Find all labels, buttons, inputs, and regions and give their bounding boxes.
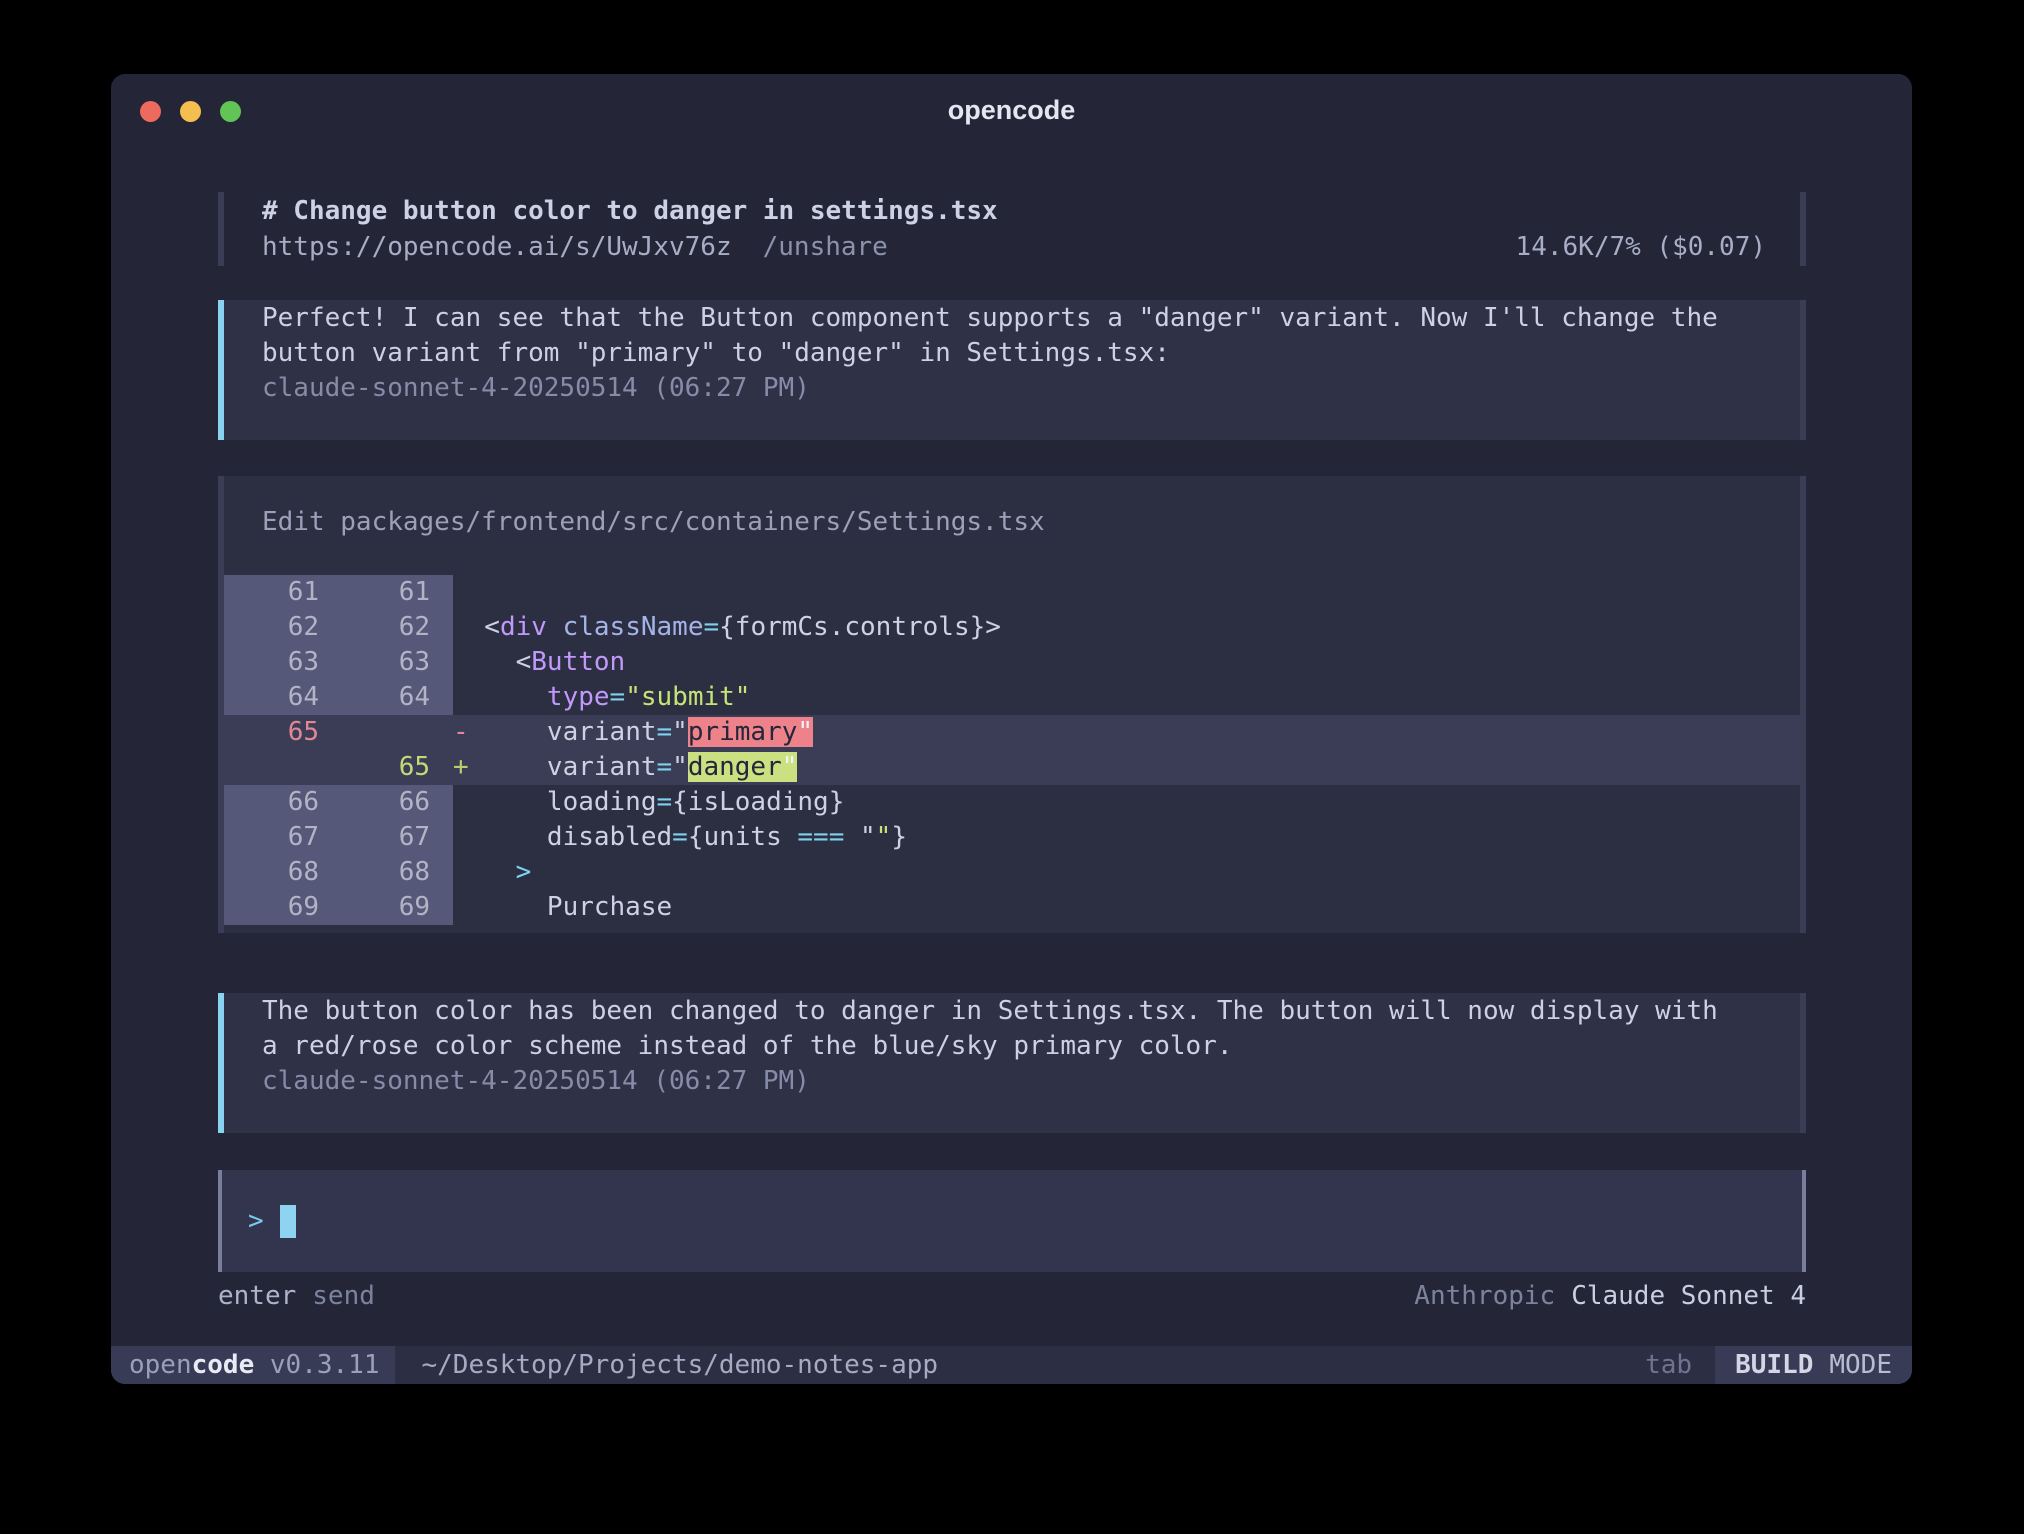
diff-row: 65+ variant="danger" <box>224 750 1800 785</box>
message-text: Perfect! I can see that the Button compo… <box>262 301 1760 371</box>
model-label: Claude Sonnet 4 <box>1571 1278 1806 1314</box>
line-number-old: 64 <box>224 680 333 715</box>
mode-build: BUILD <box>1735 1350 1813 1380</box>
code-line: type="submit" <box>453 680 1800 715</box>
token-stats: 14.6K/7% ($0.07) <box>1516 229 1766 265</box>
app-name-code: code <box>192 1350 255 1380</box>
app-version: v0.3.11 <box>270 1350 380 1380</box>
code-line: disabled={units === ""} <box>453 820 1800 855</box>
share-url-link[interactable]: https://opencode.ai/s/UwJxv76z <box>262 229 732 265</box>
line-number-old: 63 <box>224 645 333 680</box>
line-number-new: 65 <box>333 750 453 785</box>
line-number-old: 65 <box>224 715 333 750</box>
text-cursor <box>280 1205 296 1238</box>
line-number-old: 68 <box>224 855 333 890</box>
code-line: Purchase <box>453 890 1800 925</box>
edit-tool-title: Edit packages/frontend/src/containers/Se… <box>224 504 1800 540</box>
send-action-hint: send <box>312 1278 375 1314</box>
code-line <box>453 575 1800 610</box>
diff-row: 6969 Purchase <box>224 890 1800 925</box>
mode-word: MODE <box>1829 1350 1892 1380</box>
diff-row: 65 - variant="primary" <box>224 715 1800 750</box>
line-number-old: 62 <box>224 610 333 645</box>
opencode-window: opencode # Change button color to danger… <box>111 74 1912 1384</box>
message-model-timestamp: claude-sonnet-4-20250514 (06:27 PM) <box>262 371 1760 406</box>
window-title: opencode <box>111 95 1912 126</box>
diff-row: 6262 <div className={formCs.controls}> <box>224 610 1800 645</box>
tab-key-hint: tab <box>1645 1350 1692 1380</box>
titlebar[interactable]: opencode <box>111 74 1912 144</box>
assistant-message: The button color has been changed to dan… <box>218 993 1806 1133</box>
diff-row: 6161 <box>224 575 1800 610</box>
prompt-symbol: > <box>248 1206 264 1236</box>
terminal-content: # Change button color to danger in setti… <box>218 192 1806 1314</box>
diff-row: 6868 > <box>224 855 1800 890</box>
session-header: # Change button color to danger in setti… <box>218 192 1806 266</box>
message-model-timestamp: claude-sonnet-4-20250514 (06:27 PM) <box>262 1064 1760 1099</box>
enter-key-hint: enter <box>218 1278 296 1314</box>
diff-view: 61616262 <div className={formCs.controls… <box>224 575 1800 925</box>
input-footer: enter send Anthropic Claude Sonnet 4 <box>218 1278 1806 1314</box>
line-number-new <box>333 715 453 750</box>
assistant-message: Perfect! I can see that the Button compo… <box>218 300 1806 440</box>
line-number-new: 66 <box>333 785 453 820</box>
app-name-open: open <box>129 1350 192 1380</box>
line-number-new: 68 <box>333 855 453 890</box>
prompt-input[interactable]: > <box>218 1170 1806 1272</box>
code-line: <Button <box>453 645 1800 680</box>
line-number-old: 61 <box>224 575 333 610</box>
diff-row: 6464 type="submit" <box>224 680 1800 715</box>
working-directory: ~/Desktop/Projects/demo-notes-app <box>421 1350 938 1380</box>
line-number-new: 63 <box>333 645 453 680</box>
diff-row: 6767 disabled={units === ""} <box>224 820 1800 855</box>
edit-tool-card: Edit packages/frontend/src/containers/Se… <box>218 476 1806 933</box>
diff-row: 6666 loading={isLoading} <box>224 785 1800 820</box>
line-number-new: 64 <box>333 680 453 715</box>
line-number-old: 69 <box>224 890 333 925</box>
message-text: The button color has been changed to dan… <box>262 994 1760 1064</box>
line-number-old: 67 <box>224 820 333 855</box>
line-number-old <box>224 750 333 785</box>
line-number-new: 61 <box>333 575 453 610</box>
code-line: loading={isLoading} <box>453 785 1800 820</box>
code-line: <div className={formCs.controls}> <box>453 610 1800 645</box>
line-number-new: 69 <box>333 890 453 925</box>
diff-row: 6363 <Button <box>224 645 1800 680</box>
mode-indicator[interactable]: BUILD MODE <box>1715 1346 1912 1384</box>
code-line: - variant="primary" <box>453 715 1800 750</box>
code-line: > <box>453 855 1800 890</box>
line-number-new: 67 <box>333 820 453 855</box>
line-number-old: 66 <box>224 785 333 820</box>
status-bar: opencode v0.3.11 ~/Desktop/Projects/demo… <box>111 1346 1912 1384</box>
code-line: + variant="danger" <box>453 750 1800 785</box>
session-title: # Change button color to danger in setti… <box>262 193 1766 229</box>
line-number-new: 62 <box>333 610 453 645</box>
app-version-chip: opencode v0.3.11 <box>111 1346 395 1384</box>
unshare-command[interactable]: /unshare <box>763 229 888 265</box>
provider-label: Anthropic <box>1414 1278 1555 1314</box>
